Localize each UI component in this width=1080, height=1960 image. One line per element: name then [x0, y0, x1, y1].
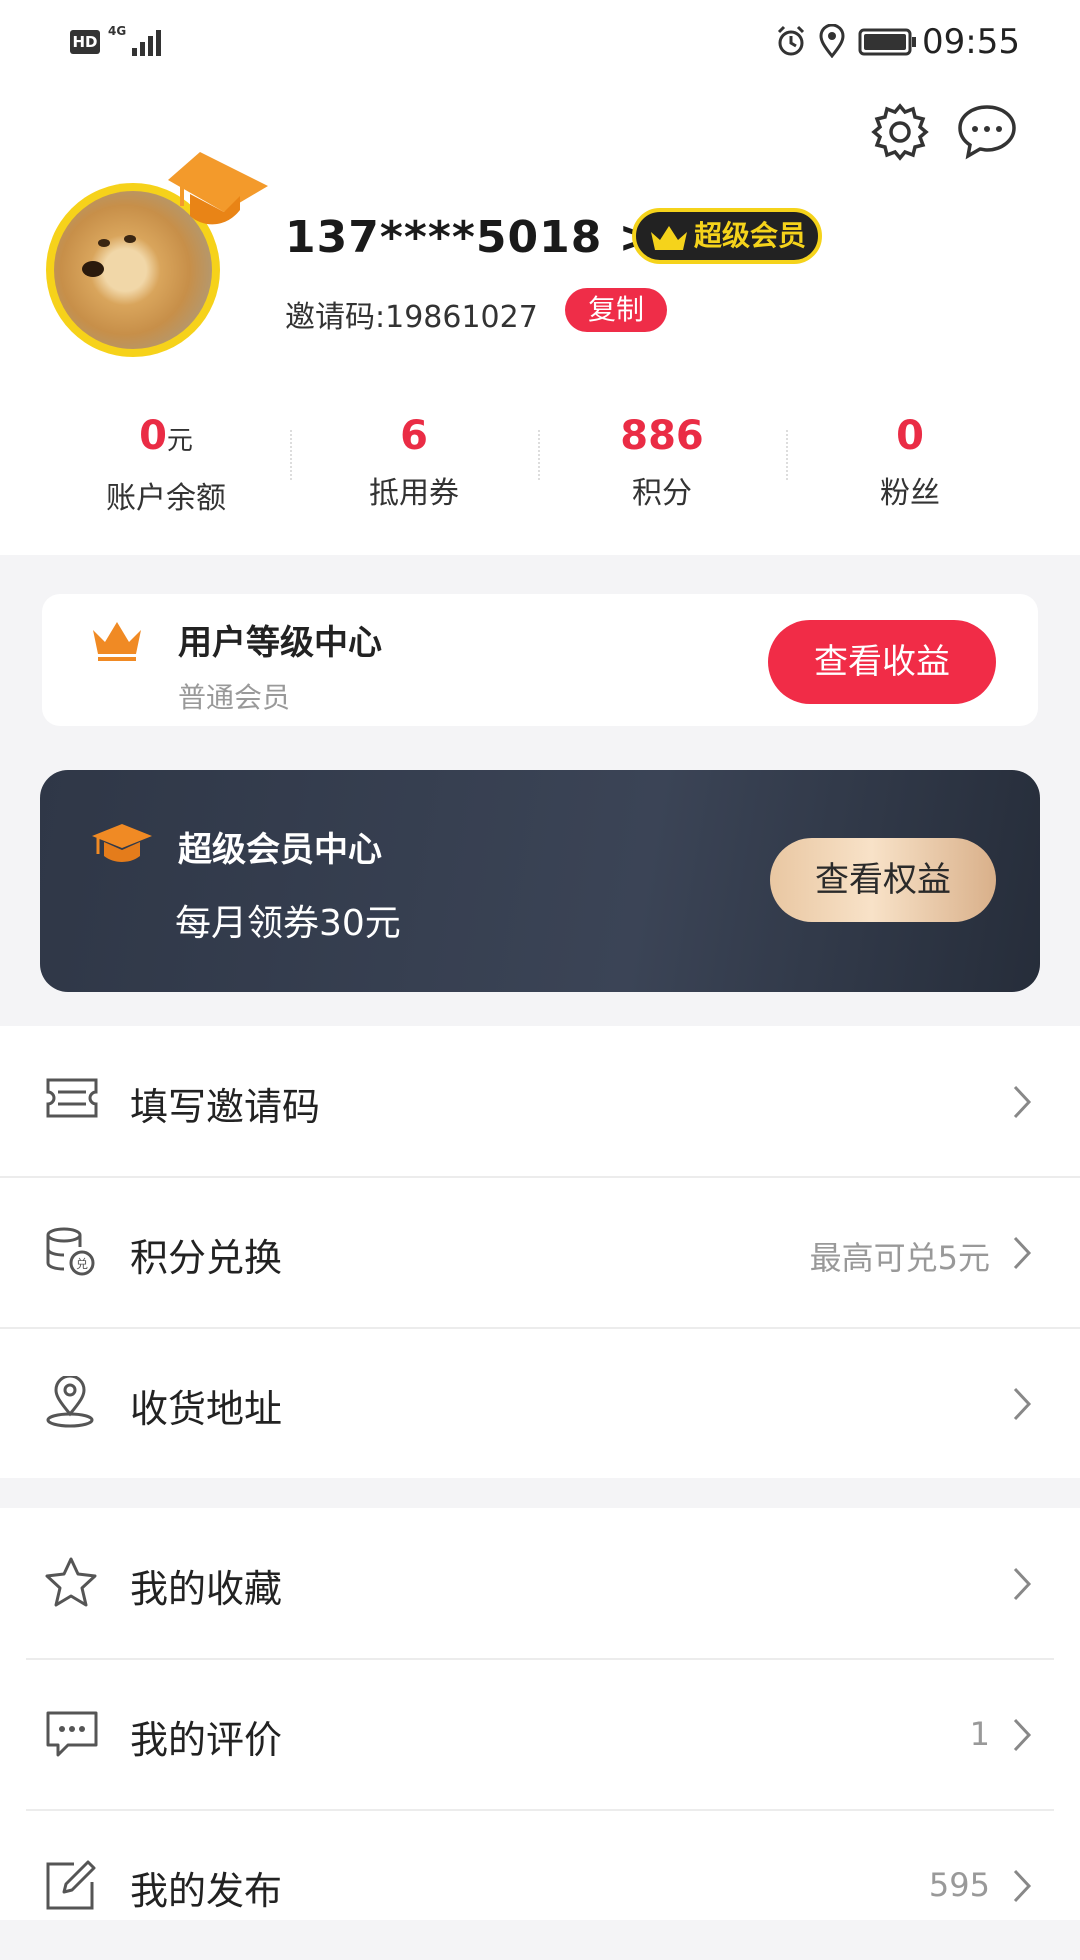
menu-item-reviews[interactable]: 我的评价 1	[0, 1659, 1080, 1809]
vip-badge-label: 超级会员	[694, 219, 807, 252]
location-status-icon	[819, 24, 845, 58]
menu-item-label: 积分兑换	[130, 1236, 283, 1280]
chevron-right-icon	[1013, 1085, 1032, 1119]
graduation-cap-icon	[168, 152, 268, 225]
level-center-subtitle: 普通会员	[178, 681, 291, 714]
menu-item-label: 收货地址	[130, 1387, 283, 1431]
stat-label: 抵用券	[369, 476, 459, 511]
crown-icon	[651, 226, 687, 250]
stat-coupons[interactable]: 6 抵用券	[290, 412, 538, 512]
stat-points[interactable]: 886 积分	[538, 412, 786, 512]
alarm-icon	[777, 25, 805, 56]
hd-indicator: HD	[70, 30, 100, 54]
stat-label: 账户余额	[106, 481, 226, 516]
menu-item-my-posts[interactable]: 我的发布 595	[0, 1810, 1080, 1960]
stat-label: 粉丝	[880, 476, 940, 511]
stat-value: 0	[896, 413, 924, 459]
menu-group-content: 我的收藏 我的评价 1 我的发布 595	[0, 1508, 1080, 1920]
stat-value: 0	[139, 413, 167, 459]
super-vip-subtitle: 每月领券30元	[175, 903, 401, 944]
menu-item-points-exchange[interactable]: 兑 积分兑换 最高可兑5元	[0, 1177, 1080, 1327]
chevron-right-icon	[1013, 1567, 1032, 1601]
chevron-right-icon	[1013, 1236, 1032, 1270]
menu-item-label: 我的收藏	[130, 1567, 283, 1611]
stat-value: 886	[620, 413, 704, 459]
chevron-right-icon	[1013, 1869, 1032, 1903]
status-bar	[0, 0, 1080, 90]
menu-item-label: 我的发布	[130, 1869, 283, 1913]
menu-group-account: 填写邀请码 兑 积分兑换 最高可兑5元 收货地址	[0, 1026, 1080, 1478]
chevron-right-icon	[1013, 1718, 1032, 1752]
menu-item-count: 1	[969, 1715, 990, 1753]
settings-gear-icon[interactable]	[868, 100, 932, 164]
crown-icon	[93, 622, 141, 661]
stat-fans[interactable]: 0 粉丝	[786, 412, 1034, 512]
stat-label: 积分	[632, 476, 692, 511]
menu-item-invite-code[interactable]: 填写邀请码	[0, 1026, 1080, 1176]
location-pin-icon	[46, 1376, 94, 1428]
coins-exchange-icon: 兑	[46, 1227, 95, 1276]
level-center-title: 用户等级中心	[178, 623, 382, 663]
stat-balance[interactable]: 0元 账户余额	[42, 412, 290, 517]
stat-unit: 元	[166, 426, 193, 456]
chevron-right-icon	[1013, 1387, 1032, 1421]
menu-item-count: 595	[928, 1866, 990, 1904]
user-phone[interactable]: 137****5018 >	[285, 212, 657, 263]
status-time: 09:55	[922, 22, 1020, 62]
star-icon	[45, 1557, 97, 1607]
ticket-icon	[46, 1078, 98, 1118]
super-vip-title: 超级会员中心	[178, 830, 382, 870]
copy-button[interactable]: 复制	[565, 288, 667, 332]
stat-value: 6	[400, 413, 428, 459]
view-benefits-button[interactable]: 查看权益	[770, 838, 996, 922]
menu-item-hint: 最高可兑5元	[809, 1239, 990, 1277]
menu-item-label: 填写邀请码	[130, 1085, 321, 1129]
signal-icon	[122, 28, 162, 56]
menu-item-label: 我的评价	[130, 1718, 283, 1762]
edit-icon	[46, 1860, 96, 1910]
menu-item-favorites[interactable]: 我的收藏	[0, 1508, 1080, 1658]
svg-text:兑: 兑	[76, 1257, 88, 1271]
super-vip-badge[interactable]: 超级会员	[632, 208, 822, 264]
view-earnings-button[interactable]: 查看收益	[768, 620, 996, 704]
graduation-cap-icon	[92, 824, 152, 862]
menu-item-shipping-address[interactable]: 收货地址	[0, 1328, 1080, 1478]
comment-icon	[46, 1711, 98, 1757]
battery-icon	[858, 28, 916, 56]
invite-code: 邀请码:19861027	[285, 300, 538, 335]
message-icon[interactable]	[956, 102, 1018, 162]
